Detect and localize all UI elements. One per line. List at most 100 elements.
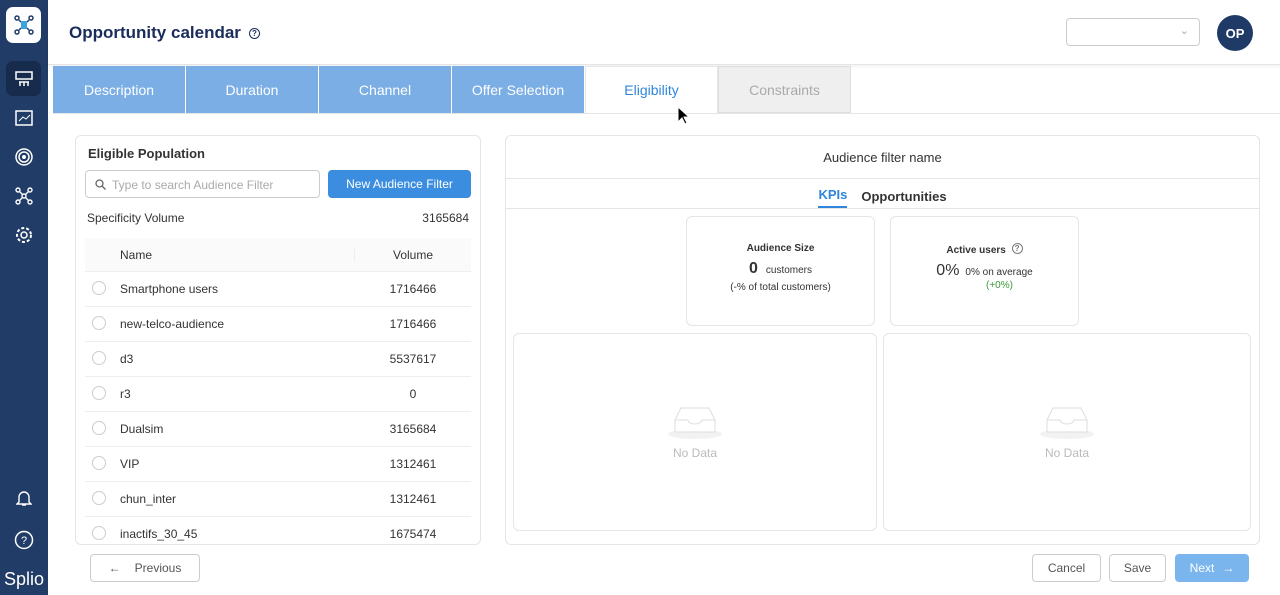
spec-value: 3165684	[422, 211, 469, 225]
audience-details-panel: Audience filter name KPIs Opportunities …	[505, 135, 1260, 545]
previous-button[interactable]: ← Previous	[90, 554, 200, 582]
table-row[interactable]: new-telco-audience 1716466	[85, 307, 471, 342]
eligible-population-panel: Eligible Population Type to search Audie…	[75, 135, 481, 545]
header-select[interactable]: ⌄	[1066, 18, 1200, 46]
tab-constraints[interactable]: Constraints	[718, 66, 851, 113]
network-nav-icon[interactable]	[6, 178, 41, 213]
table-row[interactable]: chun_inter 1312461	[85, 482, 471, 517]
specificity-volume: Specificity Volume 3165684	[87, 211, 469, 225]
arrow-right-icon: →	[1222, 561, 1235, 575]
target-nav-icon[interactable]	[6, 139, 41, 174]
row-name-text: VIP	[120, 457, 140, 471]
kpi-title: Active users	[946, 245, 1006, 256]
campaigns-nav-icon[interactable]	[6, 61, 41, 96]
kpi-unit: customers	[765, 265, 813, 276]
col-volume[interactable]: Volume	[355, 248, 471, 262]
previous-label: Previous	[134, 561, 182, 575]
row-volume: 3165684	[389, 422, 437, 436]
mouse-cursor-icon	[677, 106, 691, 125]
kpi-delta: (+0%)	[986, 280, 1013, 291]
kpi-average: 0% on average	[965, 267, 1033, 278]
settings-nav-icon[interactable]	[6, 217, 41, 252]
empty-inbox-icon	[1040, 407, 1094, 439]
empty-inbox-icon	[668, 407, 722, 439]
no-data-label: No Data	[1044, 446, 1090, 460]
tab-duration[interactable]: Duration	[186, 66, 319, 113]
help-icon[interactable]: ?	[1011, 243, 1023, 254]
audience-filter-name: Audience filter name	[506, 136, 1259, 179]
help-icon[interactable]: ?	[248, 28, 260, 39]
row-radio[interactable]	[92, 386, 106, 400]
tab-kpis[interactable]: KPIs	[818, 187, 848, 208]
col-name[interactable]: Name	[85, 247, 355, 262]
row-radio[interactable]	[92, 421, 106, 435]
table-row[interactable]: VIP 1312461	[85, 447, 471, 482]
row-volume: 1312461	[389, 492, 437, 506]
table-row[interactable]: Smartphone users 1716466	[85, 272, 471, 307]
row-name: new-telco-audience	[85, 316, 355, 331]
row-name: Smartphone users	[85, 281, 355, 296]
dashboard-nav-icon[interactable]	[6, 100, 41, 135]
no-data-label: No Data	[672, 446, 718, 460]
search-placeholder: Type to search Audience Filter	[112, 178, 274, 192]
arrow-left-icon: ←	[108, 561, 121, 575]
row-name-text: chun_inter	[120, 492, 177, 506]
step-tabs: Description Duration Channel Offer Selec…	[53, 66, 1280, 114]
avatar[interactable]: OP	[1217, 15, 1253, 51]
search-input[interactable]: Type to search Audience Filter	[85, 170, 320, 198]
kpi-value: 0	[748, 260, 758, 277]
page-title: Opportunity calendar?	[69, 23, 260, 43]
table-header: Name Volume	[85, 238, 471, 272]
kpi-title: Audience Size	[746, 243, 815, 254]
table-row[interactable]: d3 5537617	[85, 342, 471, 377]
row-radio[interactable]	[92, 491, 106, 505]
help-icon[interactable]: ?	[6, 522, 41, 557]
no-data-chart-right: No Data	[883, 333, 1251, 531]
table-row[interactable]: Dualsim 3165684	[85, 412, 471, 447]
panel-title: Eligible Population	[88, 146, 205, 161]
no-data-chart-left: No Data	[513, 333, 877, 531]
row-name-text: new-telco-audience	[120, 317, 225, 331]
footer: ← Previous Cancel Save Next →	[48, 545, 1280, 595]
cancel-button[interactable]: Cancel	[1032, 554, 1101, 582]
row-radio[interactable]	[92, 316, 106, 330]
kpi-note: (-% of total customers)	[730, 282, 831, 293]
row-name: d3	[85, 351, 355, 366]
row-name: VIP	[85, 456, 355, 471]
page-title-text: Opportunity calendar	[69, 23, 241, 42]
row-volume: 0	[409, 387, 417, 401]
tab-opportunities[interactable]: Opportunities	[861, 189, 946, 208]
spec-label: Specificity Volume	[87, 211, 185, 225]
row-radio[interactable]	[92, 526, 106, 540]
bell-icon[interactable]	[6, 480, 41, 515]
row-name: chun_inter	[85, 491, 355, 506]
tab-description[interactable]: Description	[53, 66, 186, 113]
app-logo[interactable]	[6, 7, 41, 43]
row-volume: 1716466	[389, 317, 437, 331]
header: Opportunity calendar? ⌄ OP	[48, 0, 1280, 65]
sidebar: ? Splio	[0, 0, 48, 595]
table-row[interactable]: r3 0	[85, 377, 471, 412]
row-radio[interactable]	[92, 281, 106, 295]
svg-text:?: ?	[20, 535, 26, 547]
kpi-tabs: KPIs Opportunities	[506, 179, 1259, 209]
row-name-text: d3	[120, 352, 134, 366]
brand-logo: Splio	[4, 569, 45, 589]
row-radio[interactable]	[92, 351, 106, 365]
search-icon	[95, 179, 106, 190]
row-name: inactifs_30_45	[85, 526, 355, 541]
audience-table: Name Volume Smartphone users 1716466 new-te…	[85, 238, 471, 544]
next-button[interactable]: Next →	[1175, 554, 1249, 582]
tab-channel[interactable]: Channel	[319, 66, 452, 113]
row-radio[interactable]	[92, 456, 106, 470]
tab-offer-selection[interactable]: Offer Selection	[452, 66, 585, 113]
tab-eligibility[interactable]: Eligibility	[585, 66, 718, 113]
row-volume: 1716466	[389, 282, 437, 296]
row-volume: 1312461	[389, 457, 437, 471]
row-name: Dualsim	[85, 421, 355, 436]
row-name-text: inactifs_30_45	[120, 527, 198, 541]
row-name-text: Smartphone users	[120, 282, 219, 296]
new-audience-filter-button[interactable]: New Audience Filter	[328, 170, 471, 198]
table-row[interactable]: inactifs_30_45 1675474	[85, 517, 471, 544]
save-button[interactable]: Save	[1109, 554, 1166, 582]
